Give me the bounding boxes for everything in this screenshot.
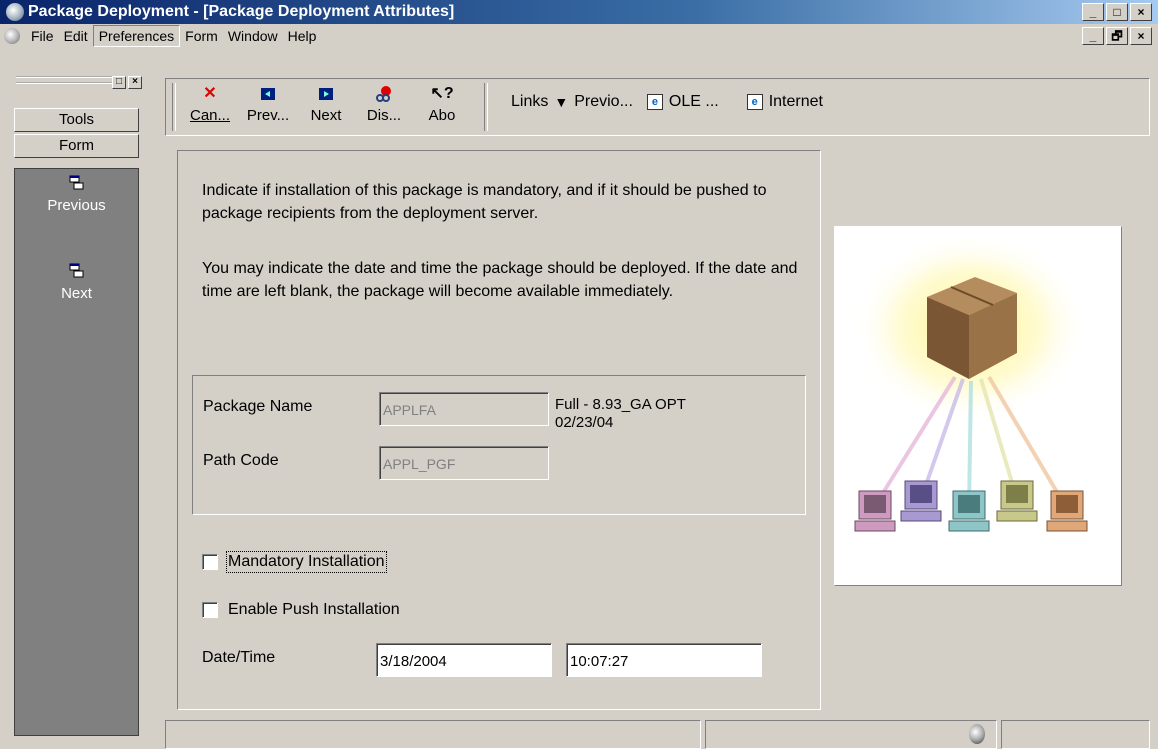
links-label: Links [511,93,549,110]
about-label: Abo [428,107,456,124]
cancel-button[interactable]: ✕ Can... [184,83,236,133]
instruction-text-1: Indicate if installation of this package… [202,182,767,222]
exit-bar-pane: □ × Tools Form Previous Next [6,72,145,742]
status-segment-secondary [705,720,997,749]
status-segment-main [165,720,701,749]
cancel-x-icon: ✕ [203,85,217,102]
links-area: Links ▼ Previo... e OLE ... e Internet [511,93,823,111]
time-field[interactable]: 10:07:27 [566,643,762,677]
next-exit-icon [69,263,83,278]
path-code-field: APPL_PGF [379,446,549,480]
toolbar-separator [172,83,176,131]
next-button[interactable]: Next [300,83,352,133]
push-installation-checkbox[interactable] [202,602,218,618]
path-code-label: Path Code [203,452,279,469]
mandatory-installation-row: Mandatory Installation [202,551,387,573]
next-arrow-icon [319,88,333,100]
internet-link-icon: e [746,94,763,110]
pane-restore-button[interactable]: □ [112,76,126,89]
child-minimize-button[interactable]: _ [1082,27,1104,45]
computer-icon [948,490,990,532]
status-globe-icon [969,724,985,744]
display-errors-button[interactable]: Dis... [358,83,410,133]
menu-bar: File Edit Preferences Form Window Help _… [0,24,1158,48]
package-deployment-illustration [834,226,1122,586]
package-description: Full - 8.93_GA OPT 02/23/04 [555,396,686,431]
menu-help[interactable]: Help [283,26,322,46]
link-previous[interactable]: Previo... [574,93,633,111]
tools-button[interactable]: Tools [14,108,139,132]
form-panel: Indicate if installation of this package… [177,150,821,710]
about-button[interactable]: ↖? Abo [416,83,468,133]
form-toolbar: ✕ Can... Prev... Next Dis... ↖? Abo Link… [165,78,1150,136]
ole-link-icon: e [646,94,663,110]
push-installation-label[interactable]: Enable Push Installation [228,601,400,619]
drag-grip[interactable] [16,76,112,84]
instruction-text-2: You may indicate the date and time the p… [202,260,798,300]
menu-window[interactable]: Window [223,26,283,46]
form-button[interactable]: Form [14,134,139,158]
next-label: Next [310,107,342,124]
exit-previous[interactable]: Previous [15,175,138,214]
exit-next[interactable]: Next [15,263,138,302]
status-bar [165,718,1150,749]
package-name-field: APPLFA [379,392,549,426]
mandatory-installation-label[interactable]: Mandatory Installation [226,551,387,573]
menu-edit[interactable]: Edit [59,26,93,46]
toolbar-separator [484,83,488,131]
package-name-label: Package Name [203,398,313,415]
push-installation-row: Enable Push Installation [202,601,400,619]
date-field[interactable]: 3/18/2004 [376,643,552,677]
exit-next-label: Next [61,285,92,302]
child-close-button[interactable]: × [1130,27,1152,45]
computer-icon [900,480,942,522]
previous-label: Prev... [246,107,290,124]
exit-bar-header: □ × [6,72,145,96]
computer-icon [1046,490,1088,532]
link-internet[interactable]: Internet [769,93,823,111]
close-button[interactable]: × [1130,3,1152,21]
display-errors-label: Dis... [366,107,402,124]
menu-form[interactable]: Form [180,26,223,46]
previous-button[interactable]: Prev... [242,83,294,133]
computer-icon [854,490,896,532]
child-restore-button[interactable]: 🗗 [1106,27,1128,45]
links-dropdown-icon[interactable]: ▼ [554,94,568,110]
link-ole[interactable]: OLE ... [669,93,719,111]
computer-icon [996,480,1038,522]
maximize-button[interactable]: □ [1106,3,1128,21]
exit-previous-label: Previous [47,197,106,214]
minimize-button[interactable]: _ [1082,3,1104,21]
title-bar: Package Deployment - [Package Deployment… [0,0,1158,24]
previous-arrow-icon [261,88,275,100]
package-info-group: Package Name APPLFA Full - 8.93_GA OPT 0… [192,375,806,515]
pane-close-button[interactable]: × [128,76,142,89]
work-area: Indicate if installation of this package… [165,136,1150,714]
status-segment-right [1001,720,1150,749]
mandatory-installation-checkbox[interactable] [202,554,218,570]
about-help-icon: ↖? [430,85,454,102]
app-globe-icon [6,3,24,21]
datetime-label: Date/Time [202,649,276,666]
display-errors-icon [376,86,391,102]
menu-preferences[interactable]: Preferences [92,25,181,47]
window-title: Package Deployment - [Package Deployment… [28,3,455,20]
cancel-label: Can... [189,107,231,124]
package-network-graphic [852,231,1088,532]
system-menu-icon[interactable] [4,28,20,44]
menu-file[interactable]: File [26,26,59,46]
previous-exit-icon [69,175,83,190]
exit-list: Previous Next [14,168,139,736]
